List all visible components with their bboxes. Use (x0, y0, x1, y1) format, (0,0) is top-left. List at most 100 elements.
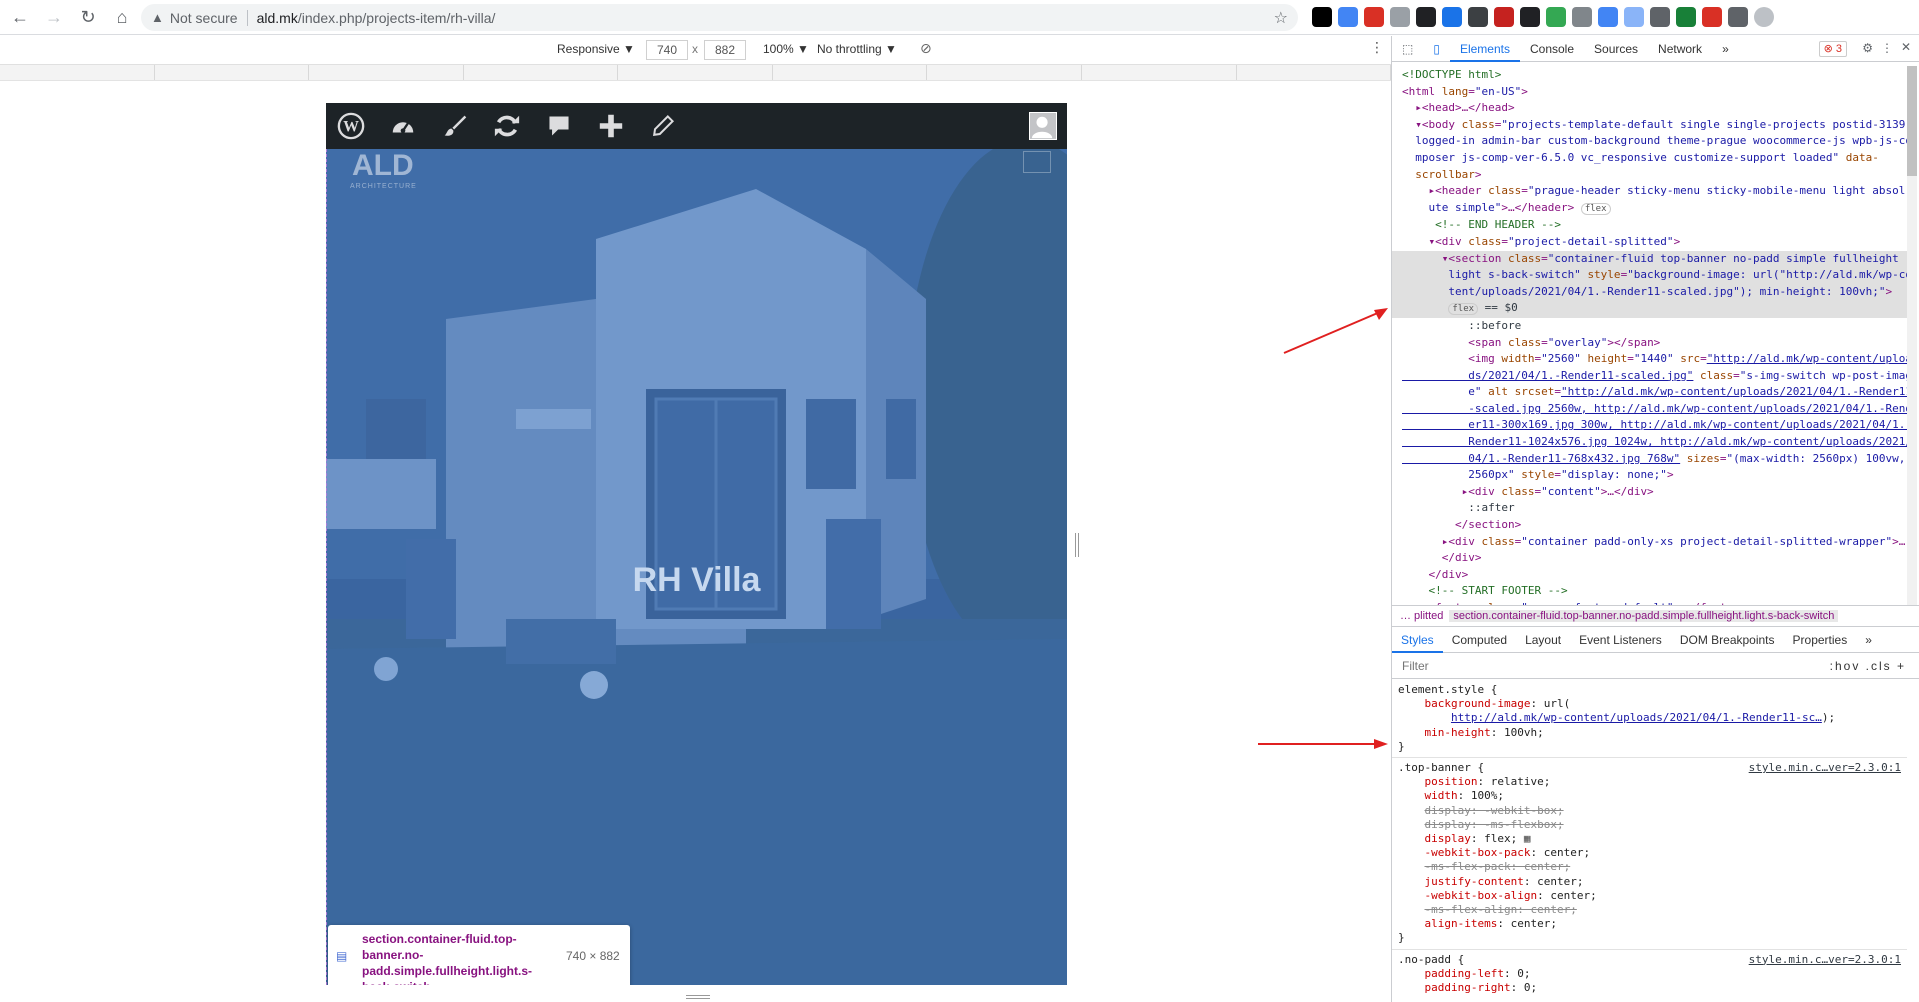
updates-refresh-icon[interactable] (492, 111, 522, 141)
tab-elements[interactable]: Elements (1449, 36, 1520, 62)
dashboard-icon[interactable] (388, 111, 418, 141)
not-secure-label[interactable]: Not secure (170, 10, 238, 26)
ext-shield-icon[interactable] (1676, 7, 1696, 27)
dom-node-selected[interactable]: light s-back-switch" style="background-i… (1392, 267, 1907, 284)
ruler-segment[interactable] (464, 65, 619, 80)
css-rule-line[interactable]: align-items: center; (1392, 917, 1907, 931)
ext-img-icon[interactable] (1572, 7, 1592, 27)
dom-node[interactable]: ::after (1392, 500, 1907, 517)
ext-dark-icon[interactable] (1468, 7, 1488, 27)
css-rule-line[interactable]: -ms-flex-pack: center; (1392, 860, 1907, 874)
ext-a-icon[interactable] (1702, 7, 1722, 27)
dom-node[interactable]: <!-- END HEADER --> (1392, 217, 1907, 234)
dom-node[interactable]: <img width="2560" height="1440" src="htt… (1392, 351, 1907, 368)
tab-console[interactable]: Console (1520, 36, 1584, 62)
dom-node[interactable]: <!DOCTYPE html> (1392, 67, 1907, 84)
css-rule-line[interactable]: } (1392, 740, 1907, 754)
dom-node[interactable]: logged-in admin-bar custom-background th… (1392, 133, 1907, 150)
comments-icon[interactable] (544, 111, 574, 141)
home-icon[interactable]: ⌂ (108, 3, 136, 31)
css-rule-line[interactable]: width: 100%; (1392, 789, 1907, 803)
ruler-segment[interactable] (773, 65, 928, 80)
css-rule-line[interactable]: -ms-flex-align: center; (1392, 903, 1907, 917)
ruler-segment[interactable] (155, 65, 310, 80)
css-rule-line[interactable]: http://ald.mk/wp-content/uploads/2021/04… (1392, 711, 1907, 725)
responsive-dropdown[interactable]: Responsive ▼ (557, 42, 635, 56)
ruler-segment[interactable] (618, 65, 773, 80)
dom-node[interactable]: <span class="overlay"></span> (1392, 335, 1907, 352)
ext-bird-icon[interactable] (1598, 7, 1618, 27)
devtools-menu-icon[interactable]: ⋮ (1881, 41, 1893, 55)
dom-node[interactable]: </section> (1392, 517, 1907, 534)
width-input[interactable]: 740 (646, 40, 688, 60)
dom-scrollbar[interactable] (1907, 66, 1917, 606)
css-rule-line[interactable]: .top-banner {style.min.c…ver=2.3.0:1 (1392, 761, 1907, 775)
profile-icon[interactable] (1754, 7, 1774, 27)
dom-node[interactable]: ds/2021/04/1.-Render11-scaled.jpg" class… (1392, 368, 1907, 385)
css-rule-line[interactable]: -webkit-box-align: center; (1392, 889, 1907, 903)
ext-green-icon[interactable] (1546, 7, 1566, 27)
dom-node-selected[interactable]: ▾<section class="container-fluid top-ban… (1392, 250, 1907, 268)
dom-node[interactable]: </div> (1392, 567, 1907, 584)
settings-gear-icon[interactable]: ⚙ (1862, 41, 1873, 55)
ext-red-icon[interactable] (1364, 7, 1384, 27)
ruler-segment[interactable] (1082, 65, 1237, 80)
css-rule-line[interactable]: min-height: 100vh; (1392, 726, 1907, 740)
tab-event-listeners[interactable]: Event Listeners (1570, 627, 1671, 653)
tab-sources[interactable]: Sources (1584, 36, 1648, 62)
css-rule-line[interactable]: display: -webkit-box; (1392, 804, 1907, 818)
more-tabs-icon[interactable]: » (1712, 36, 1739, 62)
height-resize-handle[interactable] (686, 995, 710, 999)
dom-node[interactable]: e" alt srcset="http://ald.mk/wp-content/… (1392, 384, 1907, 401)
puzzle-icon[interactable] (1728, 7, 1748, 27)
eyedropper-icon[interactable] (1416, 7, 1436, 27)
throttling-dropdown[interactable]: No throttling ▼ (817, 42, 897, 56)
back-icon[interactable]: ← (6, 3, 34, 31)
css-rule-line[interactable]: .no-padd {style.min.c…ver=2.3.0:1 (1392, 953, 1907, 967)
css-rule-line[interactable]: -webkit-box-pack: center; (1392, 846, 1907, 860)
dom-node[interactable]: 04/1.-Render11-768x432.jpg 768w" sizes="… (1392, 451, 1907, 468)
styles-filter-input[interactable]: Filter :hov .cls + (1392, 653, 1919, 679)
inspect-element-icon[interactable]: ⬚ (1392, 36, 1423, 62)
zoom-dropdown[interactable]: 100% ▼ (763, 42, 809, 56)
ruler-segment[interactable] (927, 65, 1082, 80)
ruler-segment[interactable] (1237, 65, 1392, 80)
dom-node[interactable]: ▾<body class="projects-template-default … (1392, 117, 1907, 134)
ext-gray-icon[interactable] (1390, 7, 1410, 27)
dom-node[interactable]: mposer js-comp-ver-6.5.0 vc_responsive c… (1392, 150, 1907, 167)
dom-node[interactable]: </div> (1392, 550, 1907, 567)
site-logo[interactable]: ALD (352, 151, 414, 181)
css-rule-line[interactable]: element.style { (1392, 683, 1907, 697)
warning-icon[interactable]: ▲ (151, 10, 164, 25)
breadcrumb-prev[interactable]: … plitted (1400, 610, 1443, 622)
flag-de-icon[interactable] (1312, 7, 1332, 27)
dom-node[interactable]: ▸<div class="container padd-only-xs proj… (1392, 534, 1907, 551)
error-count-badge[interactable]: ⊗ 3 (1818, 41, 1847, 57)
edit-pencil-icon[interactable] (648, 111, 678, 141)
style-source-link[interactable]: style.min.c…ver=2.3.0:1 (1749, 761, 1901, 775)
dom-node[interactable]: ::before (1392, 318, 1907, 335)
tab-styles[interactable]: Styles (1392, 627, 1443, 653)
more-subtabs-icon[interactable]: » (1856, 627, 1881, 653)
dom-node[interactable]: 2560px" style="display: none;"> (1392, 467, 1907, 484)
ext-moon-icon[interactable] (1650, 7, 1670, 27)
ext-lightblue-icon[interactable] (1624, 7, 1644, 27)
dom-node[interactable]: ute simple">…</header> flex (1392, 200, 1907, 218)
dom-node[interactable]: ▸<header class="prague-header sticky-men… (1392, 183, 1907, 200)
css-rule-line[interactable]: padding-left: 0; (1392, 967, 1907, 981)
dom-node-selected[interactable]: flex == $0 (1392, 300, 1907, 318)
more-vert-icon[interactable]: ⋮ (1370, 39, 1384, 56)
forward-icon[interactable]: → (40, 3, 68, 31)
height-input[interactable]: 882 (704, 40, 746, 60)
ext-fx-icon[interactable] (1520, 7, 1540, 27)
filter-tools[interactable]: :hov .cls + (1830, 653, 1906, 679)
dom-node-selected[interactable]: tent/uploads/2021/04/1.-Render11-scaled.… (1392, 283, 1907, 301)
tab-properties[interactable]: Properties (1784, 627, 1857, 653)
bookmark-star-icon[interactable]: ☆ (1274, 8, 1288, 28)
css-rule-line[interactable]: justify-content: center; (1392, 875, 1907, 889)
dom-node[interactable]: <html lang="en-US"> (1392, 84, 1907, 101)
css-rule-line[interactable]: display: -ms-flexbox; (1392, 818, 1907, 832)
media-query-ruler[interactable] (0, 65, 1392, 81)
css-rule-line[interactable]: display: flex; ▦ (1392, 832, 1907, 846)
dom-node[interactable]: ▸<head>…</head> (1392, 100, 1907, 117)
